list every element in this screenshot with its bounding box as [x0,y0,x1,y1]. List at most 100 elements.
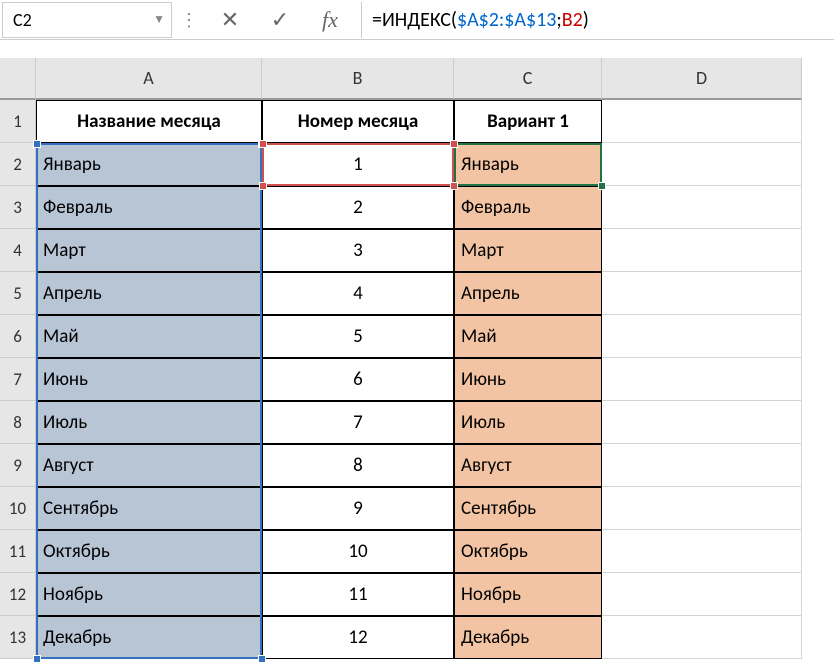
row-header-1[interactable]: 1 [0,100,36,143]
name-box-dropdown-icon[interactable]: ▼ [153,12,165,27]
cell-d3[interactable] [602,186,802,229]
cell-d10[interactable] [602,487,802,530]
spreadsheet-grid: A B C D 1 Название месяца Номер месяца В… [0,58,834,659]
cell-d2[interactable] [602,143,802,186]
accept-formula-button[interactable]: ✓ [255,2,305,38]
cell-a7[interactable]: Июнь [36,358,262,401]
cell-d5[interactable] [602,272,802,315]
fx-icon: fx [322,7,338,33]
cell-c3[interactable]: Февраль [454,186,602,229]
cell-b5[interactable]: 4 [262,272,454,315]
cell-d12[interactable] [602,573,802,616]
cell-a4[interactable]: Март [36,229,262,272]
cell-c7[interactable]: Июнь [454,358,602,401]
cell-a9[interactable]: Август [36,444,262,487]
col-header-c[interactable]: C [454,58,602,100]
row-12: 12 Ноябрь 11 Ноябрь [0,573,834,616]
row-8: 8 Июль 7 Июль [0,401,834,444]
cell-b8[interactable]: 7 [262,401,454,444]
cell-b12[interactable]: 11 [262,573,454,616]
col-header-d[interactable]: D [602,58,802,100]
row-header-3[interactable]: 3 [0,186,36,229]
row-header-2[interactable]: 2 [0,143,36,186]
cell-a2[interactable]: Январь [36,143,262,186]
formula-text: =ИНДЕКС( [372,8,457,32]
cell-a1[interactable]: Название месяца [36,100,262,143]
check-icon: ✓ [271,6,289,33]
insert-function-button[interactable]: fx [305,2,355,38]
col-header-a[interactable]: A [36,58,262,100]
row-11: 11 Октябрь 10 Октябрь [0,530,834,573]
row-header-10[interactable]: 10 [0,487,36,530]
cell-a3[interactable]: Февраль [36,186,262,229]
fill-handle-icon[interactable] [598,182,606,190]
cell-c5[interactable]: Апрель [454,272,602,315]
cell-b7[interactable]: 6 [262,358,454,401]
row-header-7[interactable]: 7 [0,358,36,401]
cell-b11[interactable]: 10 [262,530,454,573]
x-icon: ✕ [221,6,239,33]
formula-bar-expand-icon[interactable]: ⋮ [174,9,205,31]
cell-b9[interactable]: 8 [262,444,454,487]
row-4: 4 Март 3 Март [0,229,834,272]
cell-d9[interactable] [602,444,802,487]
cell-c4[interactable]: Март [454,229,602,272]
row-2: 2 Январь 1 Январь [0,143,834,186]
row-9: 9 Август 8 Август [0,444,834,487]
cell-d8[interactable] [602,401,802,444]
range-handle-icon[interactable] [259,182,267,190]
cell-c2[interactable]: Январь [454,143,602,186]
cell-b3[interactable]: 2 [262,186,454,229]
row-header-9[interactable]: 9 [0,444,36,487]
cell-d7[interactable] [602,358,802,401]
cell-d1[interactable] [602,100,802,143]
column-header-row: A B C D [0,58,834,100]
range-handle-icon[interactable] [33,140,41,148]
cell-d11[interactable] [602,530,802,573]
row-header-8[interactable]: 8 [0,401,36,444]
name-box-value: C2 [13,9,32,31]
range-handle-icon[interactable] [259,140,267,148]
range-handle-icon[interactable] [33,655,41,663]
cell-a12[interactable]: Ноябрь [36,573,262,616]
cell-a8[interactable]: Июль [36,401,262,444]
range-handle-icon[interactable] [450,140,458,148]
range-handle-icon[interactable] [450,182,458,190]
formula-suffix: ) [583,8,589,32]
cell-a5[interactable]: Апрель [36,272,262,315]
cancel-formula-button[interactable]: ✕ [205,2,255,38]
row-header-6[interactable]: 6 [0,315,36,358]
cell-c6[interactable]: Май [454,315,602,358]
cell-b1[interactable]: Номер месяца [262,100,454,143]
cell-d6[interactable] [602,315,802,358]
cell-b2[interactable]: 1 [262,143,454,186]
cell-b4[interactable]: 3 [262,229,454,272]
row-header-12[interactable]: 12 [0,573,36,616]
row-5: 5 Апрель 4 Апрель [0,272,834,315]
cell-c9[interactable]: Август [454,444,602,487]
cell-d4[interactable] [602,229,802,272]
select-all-corner[interactable] [0,58,36,100]
cell-c11[interactable]: Октябрь [454,530,602,573]
row-header-11[interactable]: 11 [0,530,36,573]
cell-c1[interactable]: Вариант 1 [454,100,602,143]
formula-range-ref: $A$2:$A$13 [457,8,556,32]
cell-b6[interactable]: 5 [262,315,454,358]
cell-c12[interactable]: Ноябрь [454,573,602,616]
col-header-b[interactable]: B [262,58,454,100]
cell-a6[interactable]: Май [36,315,262,358]
formula-input[interactable]: =ИНДЕКС($A$2:$A$13;B2) [361,2,834,38]
cell-c8[interactable]: Июль [454,401,602,444]
range-handle-icon[interactable] [258,655,266,663]
formula-bar: C2 ▼ ⋮ ✕ ✓ fx =ИНДЕКС($A$2:$A$13;B2) [0,0,834,40]
cell-a11[interactable]: Октябрь [36,530,262,573]
row-3: 3 Февраль 2 Февраль [0,186,834,229]
row-header-4[interactable]: 4 [0,229,36,272]
cell-a10[interactable]: Сентябрь [36,487,262,530]
cell-c10[interactable]: Сентябрь [454,487,602,530]
row-10: 10 Сентябрь 9 Сентябрь [0,487,834,530]
cell-b10[interactable]: 9 [262,487,454,530]
row-header-5[interactable]: 5 [0,272,36,315]
name-box[interactable]: C2 ▼ [2,2,172,38]
row-7: 7 Июнь 6 Июнь [0,358,834,401]
